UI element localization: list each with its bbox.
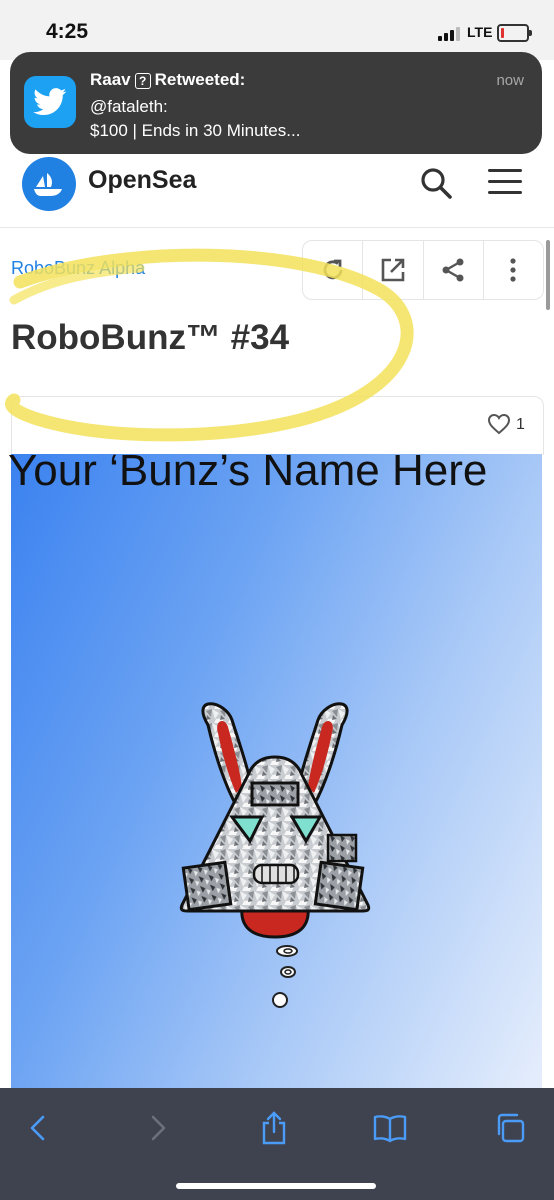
nft-image-caption: Your ‘Bunz’s Name Here	[8, 446, 488, 495]
battery-level	[501, 28, 504, 38]
notification-message: $100 | Ends in 30 Minutes...	[90, 121, 301, 140]
status-time: 4:25	[46, 20, 89, 43]
tabs-icon[interactable]	[490, 1110, 530, 1146]
external-link-icon	[381, 258, 405, 282]
share-icon[interactable]	[254, 1110, 294, 1146]
bookmarks-icon[interactable]	[370, 1110, 410, 1146]
item-action-group	[302, 240, 544, 300]
notification-handle: @fataleth:	[90, 97, 168, 116]
back-icon[interactable]	[18, 1110, 58, 1146]
notification-sender: Raav	[90, 70, 131, 89]
more-options-button[interactable]	[484, 241, 543, 299]
brand-name[interactable]: OpenSea	[88, 166, 196, 195]
share-icon	[442, 258, 464, 282]
notification-action: Retweeted:	[154, 70, 246, 89]
refresh-button[interactable]	[303, 241, 364, 299]
open-external-button[interactable]	[363, 241, 424, 299]
battery-icon	[497, 24, 532, 42]
collection-link[interactable]: RoboBunz Alpha	[11, 258, 145, 279]
sender-badge: ?	[134, 72, 151, 89]
forward-icon[interactable]	[138, 1110, 178, 1146]
twitter-notification[interactable]: Raav? Retweeted: now @fataleth: $100 | En…	[10, 52, 542, 154]
search-icon[interactable]	[418, 165, 454, 201]
like-count: 1	[516, 416, 525, 433]
signal-strength-icon	[438, 25, 464, 41]
notification-title: Raav? Retweeted:	[90, 70, 245, 90]
item-title: RoboBunz™ #34	[11, 318, 290, 357]
robobunz-artwork	[179, 702, 371, 1008]
heart-icon[interactable]	[487, 413, 511, 435]
more-vertical-icon	[510, 258, 516, 282]
site-header: OpenSea	[0, 155, 554, 228]
network-type: LTE	[467, 24, 493, 40]
notification-time: now	[496, 72, 524, 89]
twitter-bird-icon	[24, 76, 76, 128]
share-button[interactable]	[424, 241, 484, 299]
refresh-icon	[323, 259, 343, 280]
page-scrollbar[interactable]	[546, 240, 550, 310]
hamburger-menu-icon[interactable]	[488, 167, 522, 197]
home-indicator[interactable]	[176, 1183, 376, 1189]
status-bar: 4:25 LTE	[0, 0, 554, 60]
opensea-sailboat-icon[interactable]	[22, 157, 76, 211]
